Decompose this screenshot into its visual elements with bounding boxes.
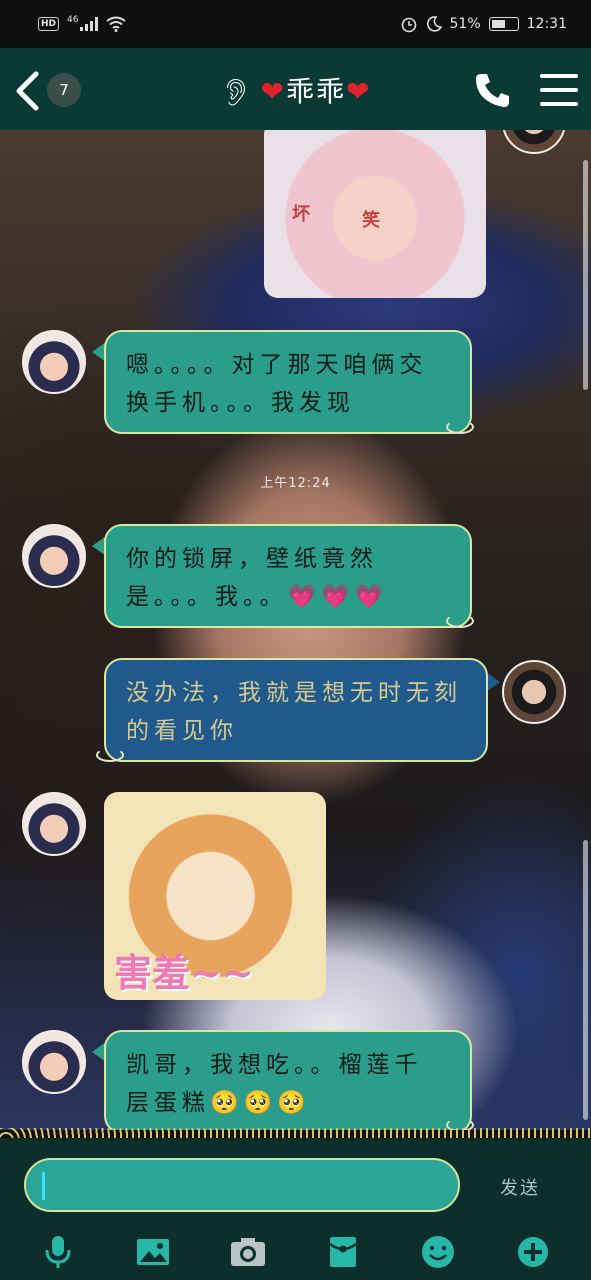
bubble-tail (486, 672, 500, 692)
ear-icon: 👂︎ (219, 78, 255, 108)
emoji-icon[interactable] (418, 1232, 458, 1272)
hd-indicator: HD (38, 17, 60, 31)
bubble-decoration (446, 614, 474, 628)
camera-icon[interactable] (228, 1232, 268, 1272)
sticker-caption: 笑 (362, 210, 380, 231)
scrollbar[interactable] (583, 840, 588, 1120)
battery-icon (488, 17, 519, 31)
network-type: 46 (67, 15, 79, 25)
chat-area[interactable]: 坏 笑 嗯。。。。对了那天咱俩交换手机。。。我发现 上午12:24 你的锁屏，壁… (0, 130, 591, 1130)
heart-emoji: 💗💗💗 (287, 584, 389, 610)
message-bubble[interactable]: 没办法，我就是想无时无刻的看见你 (104, 658, 488, 762)
send-button[interactable]: 发送 (500, 1174, 540, 1200)
toolbar (0, 1224, 591, 1280)
text-cursor (42, 1172, 45, 1200)
mic-icon[interactable] (38, 1232, 78, 1272)
contact-name: 乖乖 (286, 75, 347, 108)
heart-icon: ❤ (346, 75, 372, 108)
avatar[interactable] (22, 524, 86, 588)
heart-icon: ❤ (260, 75, 286, 108)
pleading-emoji: 🥺🥺🥺 (210, 1090, 311, 1116)
signal-icon (80, 17, 99, 31)
sticker-caption: 害羞~~ (114, 950, 254, 995)
input-bar: 发送 (0, 1138, 591, 1280)
avatar[interactable] (22, 1030, 86, 1094)
menu-icon[interactable] (540, 74, 578, 106)
sticker-image[interactable]: 坏 笑 (264, 130, 486, 298)
status-bar: HD 46 51% 12:31 (0, 0, 591, 48)
sticker-caption: 坏 (292, 204, 310, 225)
bubble-decoration (96, 748, 124, 762)
bubble-decoration (446, 420, 474, 434)
message-bubble[interactable]: 嗯。。。。对了那天咱俩交换手机。。。我发现 (104, 330, 472, 434)
alarm-icon (401, 17, 416, 33)
message-text: 嗯。。。。对了那天咱俩交换手机。。。我发现 (126, 352, 428, 416)
wifi-icon (106, 16, 127, 32)
battery-percent: 51% (449, 16, 481, 32)
message-input[interactable] (24, 1158, 460, 1212)
scrollbar[interactable] (583, 160, 588, 390)
phone-icon[interactable] (473, 70, 513, 110)
message-bubble[interactable]: 你的锁屏，壁纸竟然是。。。我。。💗💗💗 (104, 524, 472, 628)
clock: 12:31 (526, 16, 567, 32)
message-bubble[interactable]: 凯哥，我想吃。。榴莲千层蛋糕🥺🥺🥺 (104, 1030, 472, 1130)
sticker-image[interactable]: 害羞~~ (104, 792, 326, 1000)
avatar[interactable] (22, 792, 86, 856)
plus-icon[interactable] (513, 1232, 553, 1272)
avatar[interactable] (502, 660, 566, 724)
message-timestamp: 上午12:24 (260, 476, 331, 491)
chat-header: 7 👂︎ ❤乖乖❤ (0, 48, 591, 130)
message-text: 没办法，我就是想无时无刻的看见你 (126, 680, 462, 744)
image-icon[interactable] (133, 1232, 173, 1272)
avatar[interactable] (22, 330, 86, 394)
moon-icon (426, 16, 442, 32)
red-envelope-icon[interactable] (323, 1232, 363, 1272)
avatar[interactable] (502, 130, 566, 154)
